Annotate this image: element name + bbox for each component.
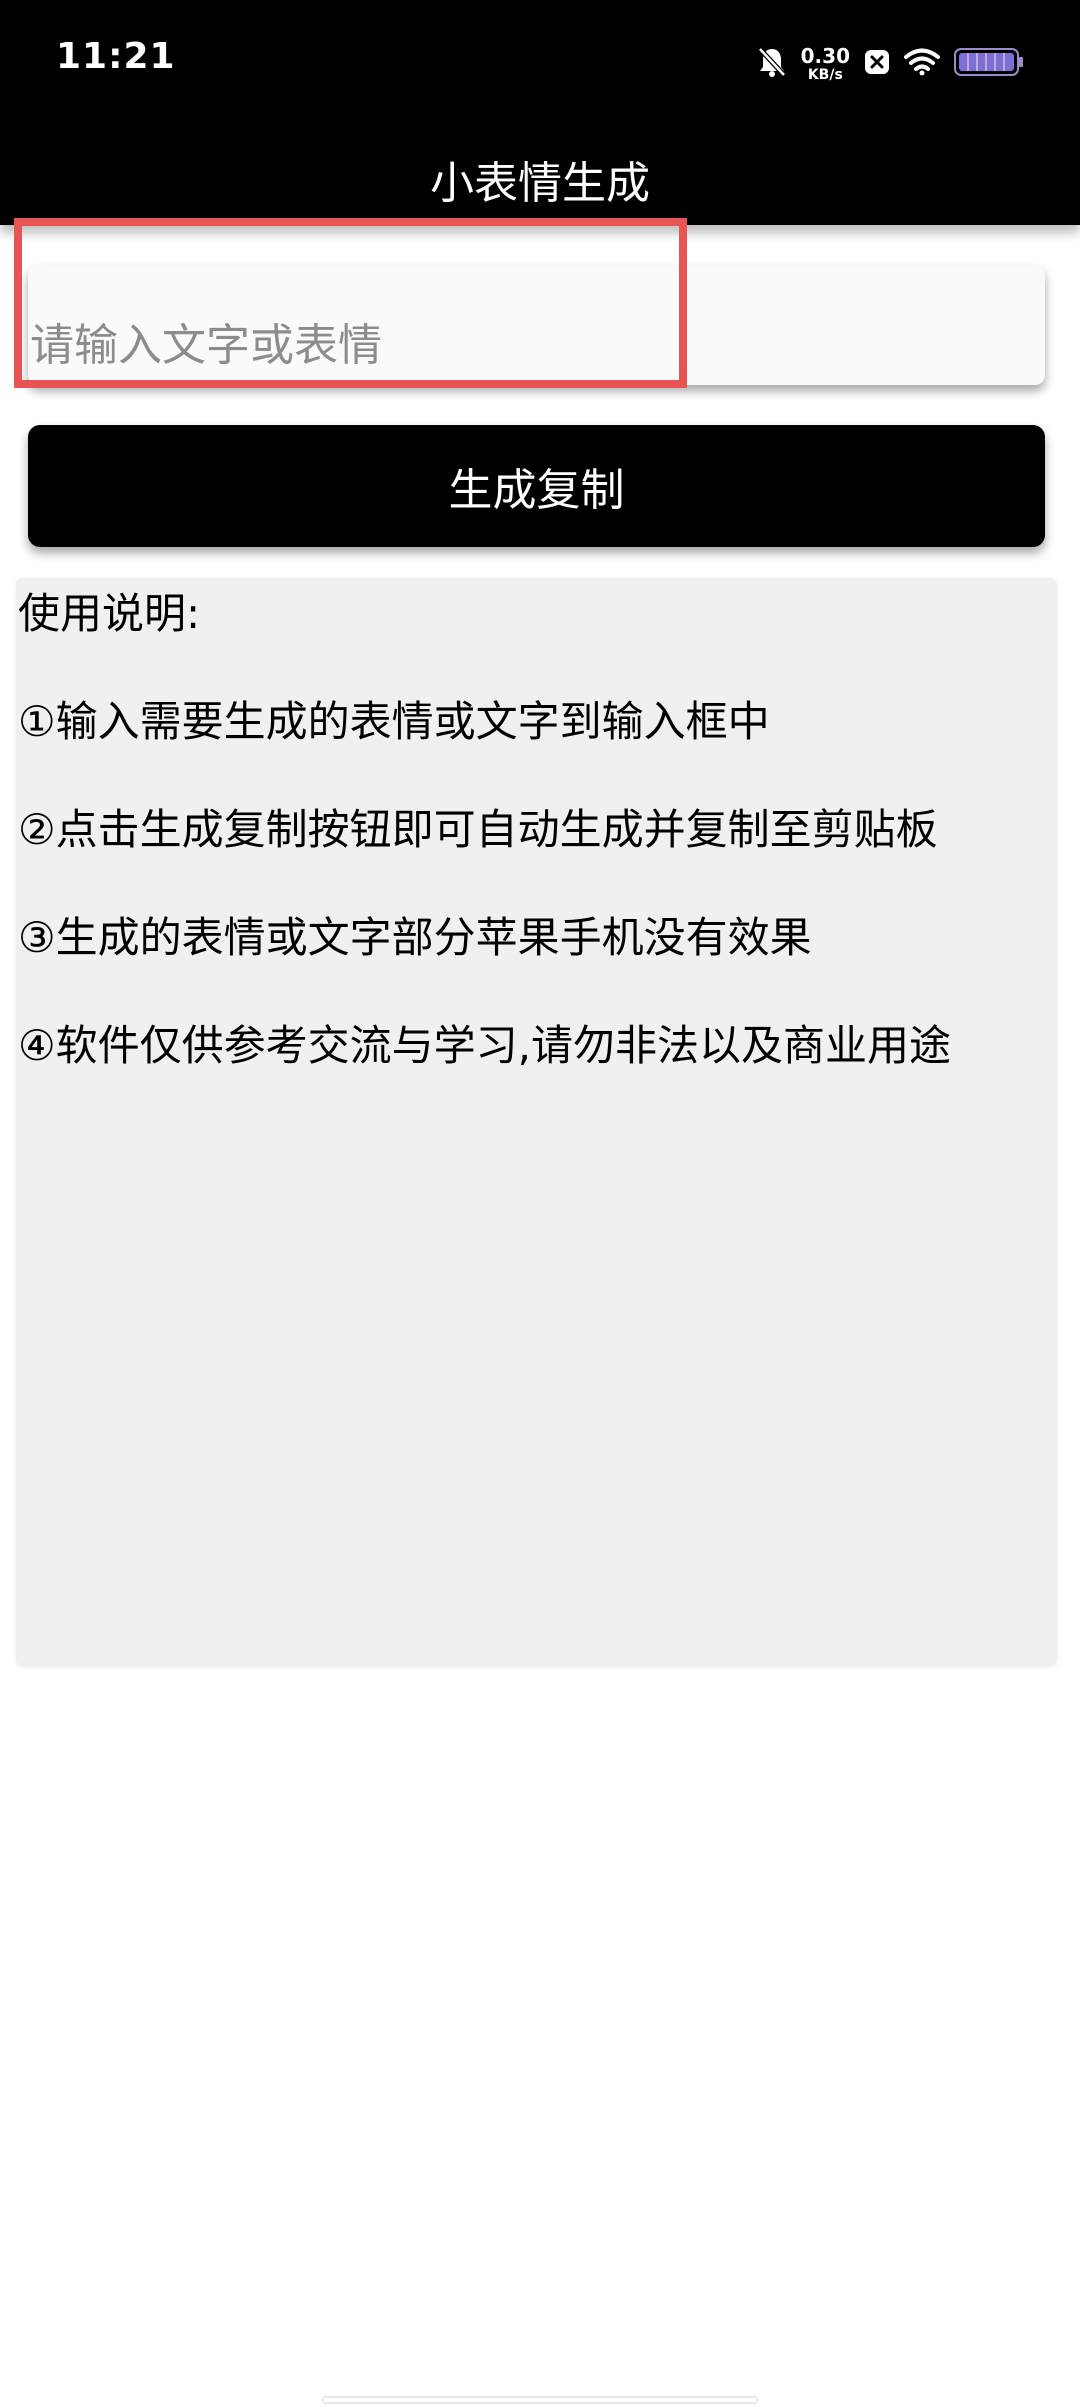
status-icons: 0.30 KB/s	[757, 40, 1024, 88]
status-bar: 11:21 0.30 KB/s	[0, 0, 1080, 125]
app-header: 小表情生成	[0, 125, 1080, 225]
network-speed-value: 0.30	[800, 44, 850, 68]
bell-muted-icon	[757, 46, 787, 82]
instruction-item: ④软件仅供参考交流与学习,请勿非法以及商业用途	[18, 1021, 952, 1070]
status-time: 11:21	[56, 36, 176, 77]
instructions-title: 使用说明:	[18, 589, 201, 638]
network-speed-unit: KB/s	[807, 67, 843, 83]
instruction-item: ②点击生成复制按钮即可自动生成并复制至剪贴板	[18, 805, 938, 854]
battery-icon	[954, 47, 1024, 81]
wifi-icon	[904, 48, 940, 80]
app-screen: 11:21 0.30 KB/s 小表情生成 请输入文字或表情 生成复制 使用说明…	[0, 0, 1080, 2408]
emoji-text-input[interactable]	[28, 265, 1045, 385]
network-speed: 0.30 KB/s	[801, 46, 850, 82]
input-card	[28, 265, 1045, 385]
instruction-item: ①输入需要生成的表情或文字到输入框中	[18, 697, 770, 746]
instructions-panel: 使用说明: ①输入需要生成的表情或文字到输入框中 ②点击生成复制按钮即可自动生成…	[16, 578, 1057, 1665]
page-title: 小表情生成	[430, 158, 650, 209]
generate-copy-button[interactable]: 生成复制	[28, 425, 1045, 547]
instruction-item: ③生成的表情或文字部分苹果手机没有效果	[18, 913, 812, 962]
home-indicator[interactable]	[322, 2396, 758, 2404]
app-notification-icon	[864, 49, 890, 79]
